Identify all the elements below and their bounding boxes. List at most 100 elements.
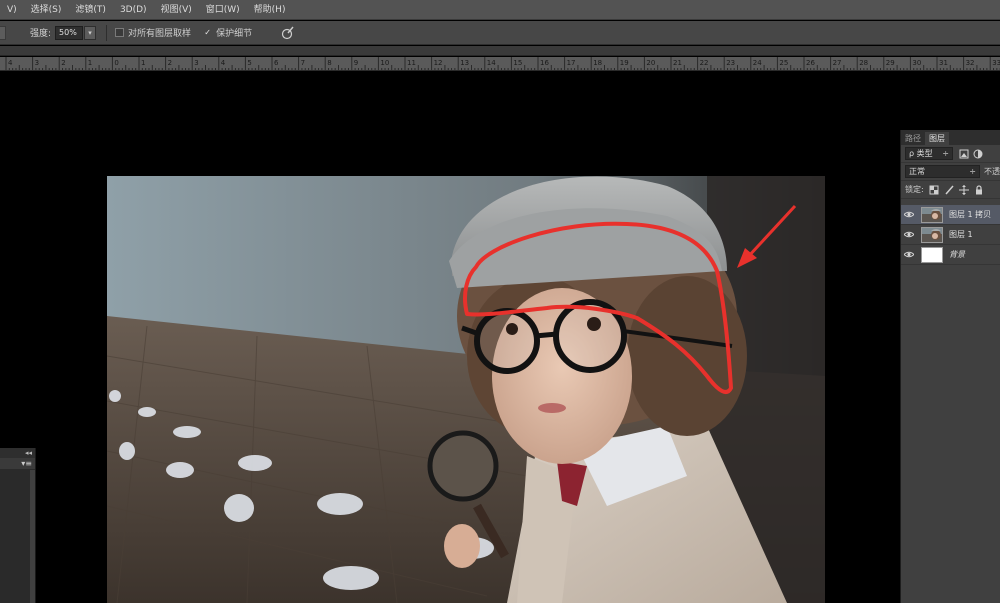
document-photo[interactable] — [107, 176, 825, 603]
ruler-tick-label: 10 — [380, 59, 389, 67]
ruler-tick-label: 4 — [8, 59, 13, 67]
layer-filter-label: ρ 类型 — [909, 149, 933, 158]
ruler-tick-label: 28 — [859, 59, 868, 67]
sample-all-layers-label: 对所有图层取样 — [128, 29, 192, 39]
blend-mode-row: 正常 ÷ 不透 — [901, 163, 1000, 181]
adjustment-filter-icon[interactable] — [973, 149, 983, 159]
strength-input[interactable] — [55, 25, 84, 40]
ruler-tick-label: 29 — [886, 59, 895, 67]
ruler-tick-label: 9 — [354, 59, 358, 67]
ruler-tick-label: 0 — [114, 59, 118, 67]
side-panel-body — [0, 470, 30, 603]
ruler-tick-label: 13 — [460, 59, 469, 67]
blend-mode-value: 正常 — [909, 167, 925, 176]
side-panel-collapse-button[interactable]: ◂◂ — [0, 448, 35, 458]
eye-icon[interactable] — [901, 251, 917, 258]
ruler-tick-label: 20 — [646, 59, 655, 67]
ruler-tick-label: 19 — [620, 59, 629, 67]
ruler-tick-label: 11 — [407, 59, 416, 67]
layer-thumbnail — [921, 246, 943, 263]
layer-thumbnail — [921, 206, 943, 223]
ruler-tick-label: 15 — [513, 59, 522, 67]
pressure-brush-icon[interactable] — [280, 26, 294, 40]
separator — [106, 24, 108, 41]
menu-view[interactable]: 视图(V) — [154, 0, 199, 20]
layer-name: 图层 1 — [949, 230, 973, 239]
ruler-tick-label: 14 — [487, 59, 496, 67]
ruler-tick-label: 25 — [779, 59, 788, 67]
menu-image[interactable]: V) — [0, 0, 24, 20]
ruler-tick-label: 33 — [992, 59, 1000, 67]
tool-preset-stub[interactable] — [0, 25, 6, 40]
layer-row[interactable]: 背景 — [901, 245, 1000, 265]
ruler-tick-label: 5 — [247, 59, 251, 67]
ruler-tick-label: 2 — [61, 59, 65, 67]
ruler-tick-label: 1 — [141, 59, 145, 67]
lock-row: 锁定: — [901, 181, 1000, 199]
strength-dropdown-button[interactable]: ▾ — [84, 25, 97, 40]
sample-all-layers-checkbox[interactable] — [115, 28, 125, 37]
menu-filter[interactable]: 滤镜(T) — [68, 0, 113, 20]
menu-help[interactable]: 帮助(H) — [247, 0, 293, 20]
ruler-tick-label: 21 — [673, 59, 682, 67]
horizontal-ruler: 4 3 2 1 0 1 2 3 4 5 6 7 8 9 10 11 12 13 14 15 16 17 18 19 20 21 22… — [0, 57, 1000, 71]
lock-brush-icon[interactable] — [944, 185, 954, 195]
ruler-tick-label: 3 — [35, 59, 39, 67]
layer-row[interactable]: 图层 1 — [901, 225, 1000, 245]
strength-label: 强度: — [30, 29, 52, 39]
layers-panel-tabs: 路径 图层 — [901, 130, 1000, 145]
opacity-label: 不透 — [984, 167, 1000, 176]
menu-bar: V) 选择(S) 滤镜(T) 3D(D) 视图(V) 窗口(W) 帮助(H) — [0, 0, 1000, 20]
ruler-tick-label: 31 — [939, 59, 948, 67]
layer-name: 图层 1 拷贝 — [949, 210, 992, 219]
layer-thumbnail — [921, 226, 943, 243]
ruler-tick-label: 8 — [327, 59, 331, 67]
lock-label: 锁定: — [905, 185, 924, 194]
eye-icon[interactable] — [901, 211, 917, 218]
ruler-tick-label: 30 — [912, 59, 921, 67]
lock-all-icon[interactable] — [974, 184, 984, 195]
ruler-tick-label: 4 — [221, 59, 226, 67]
protect-detail-option[interactable]: ✓ 保护细节 — [203, 26, 252, 39]
ruler-tick-label: 6 — [274, 59, 279, 67]
document-tab-strip — [0, 46, 1000, 56]
ruler-tick-label: 32 — [966, 59, 975, 67]
layer-name: 背景 — [949, 250, 965, 259]
ruler-tick-label: 18 — [593, 59, 602, 67]
layer-filter-arrow: ÷ — [942, 149, 949, 158]
ruler-tick-label: 27 — [833, 59, 842, 67]
tab-layers[interactable]: 图层 — [925, 132, 949, 145]
side-panel-menu-button[interactable]: ▾≡ — [0, 458, 35, 470]
sample-all-layers-option[interactable]: 对所有图层取样 — [115, 26, 191, 39]
layer-filter-row: ρ 类型 ÷ — [901, 145, 1000, 163]
blend-mode-arrow: ÷ — [969, 167, 976, 176]
image-filter-icon[interactable] — [959, 149, 969, 159]
blend-mode-select[interactable]: 正常 ÷ — [905, 165, 980, 178]
layer-row[interactable]: 图层 1 拷贝 — [901, 205, 1000, 225]
menu-select[interactable]: 选择(S) — [24, 0, 69, 20]
layer-filter-select[interactable]: ρ 类型 ÷ — [905, 147, 953, 160]
ruler-tick-label: 2 — [168, 59, 172, 67]
lock-transparent-icon[interactable] — [929, 185, 939, 195]
ruler-tick-label: 3 — [194, 59, 198, 67]
options-bar: 强度: ▾ 对所有图层取样 ✓ 保护细节 — [0, 21, 1000, 45]
layers-panel: 路径 图层 ρ 类型 ÷ 正常 ÷ 不透 锁定: 图层 1 拷贝 图层 1 背景 — [900, 130, 1000, 603]
ruler-tick-label: 16 — [540, 59, 549, 67]
ruler-tick-label: 23 — [726, 59, 735, 67]
ruler-tick-label: 12 — [434, 59, 443, 67]
ruler-tick-label: 17 — [567, 59, 576, 67]
ruler-tick-label: 7 — [301, 59, 305, 67]
menu-3d[interactable]: 3D(D) — [113, 0, 154, 20]
lock-move-icon[interactable] — [958, 184, 969, 195]
ruler-tick-label: 24 — [753, 59, 762, 67]
menu-window[interactable]: 窗口(W) — [199, 0, 247, 20]
protect-detail-checkbox[interactable]: ✓ — [203, 28, 212, 37]
tab-paths[interactable]: 路径 — [901, 132, 925, 145]
collapsed-side-panel: ◂◂ ▾≡ — [0, 448, 36, 603]
layer-list: 图层 1 拷贝 图层 1 背景 — [901, 205, 1000, 265]
protect-detail-label: 保护细节 — [216, 29, 253, 39]
eye-icon[interactable] — [901, 231, 917, 238]
ruler-tick-label: 22 — [700, 59, 709, 67]
ruler-tick-label: 26 — [806, 59, 815, 67]
ruler-tick-label: 1 — [88, 59, 92, 67]
